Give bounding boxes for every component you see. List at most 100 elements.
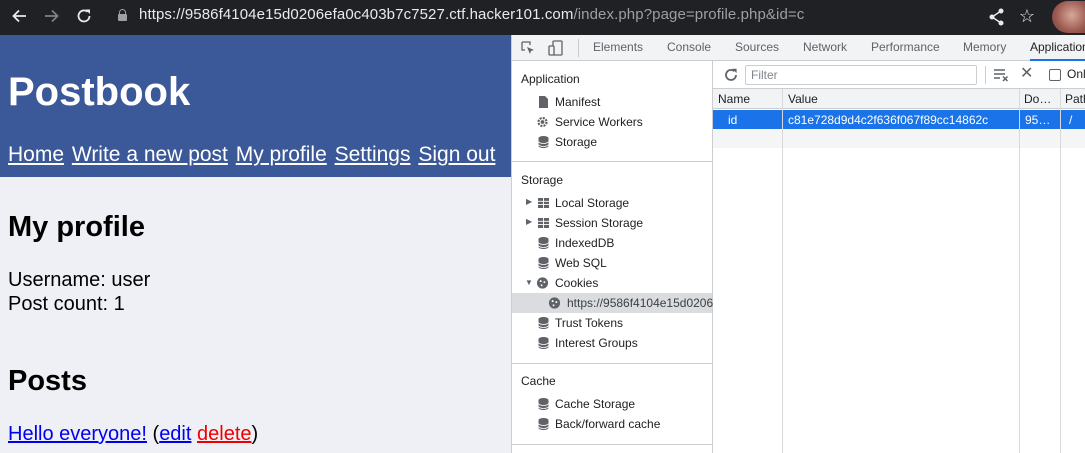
web-page: Postbook Home Write a new post My profil… — [0, 35, 511, 453]
application-sidebar: Application Manifest Service Workers Sto… — [512, 61, 713, 453]
sidebar-item-back-forward-cache[interactable]: Back/forward cache — [512, 414, 712, 434]
sidebar-item-label: Cache Storage — [555, 397, 636, 411]
sidebar-item-interest-groups[interactable]: Interest Groups — [512, 333, 712, 353]
sidebar-item-service-workers[interactable]: Service Workers — [512, 112, 712, 132]
sidebar-item-label: Cookies — [555, 276, 599, 290]
section-divider — [512, 363, 712, 364]
paren-close: ) — [251, 423, 259, 445]
nav-link-my-profile[interactable]: My profile — [236, 143, 327, 166]
sidebar-item-label: IndexedDB — [555, 236, 615, 250]
cookie-value-cell: c81e728d9d4c2f636f067f89cc14862c — [788, 113, 989, 127]
tab-console[interactable]: Console — [667, 35, 711, 61]
share-icon — [989, 8, 1004, 26]
cookies-toolbar: ✕ Onl — [713, 61, 1085, 89]
tab-application[interactable]: Application — [1030, 35, 1085, 61]
collapse-arrow-icon[interactable]: ▼ — [525, 278, 533, 287]
nav-link-settings[interactable]: Settings — [335, 143, 411, 166]
tab-network[interactable]: Network — [803, 35, 847, 61]
bookmark-star-button[interactable]: ☆ — [1014, 3, 1040, 29]
cookie-domain-cell: 95… — [1025, 113, 1051, 127]
expand-arrow-icon[interactable]: ▶ — [526, 197, 532, 206]
sidebar-item-storage-overview[interactable]: Storage — [512, 132, 712, 152]
column-header-name[interactable]: Name — [718, 92, 750, 106]
nav-link-write-post[interactable]: Write a new post — [72, 143, 228, 166]
paren-open: ( — [146, 423, 160, 445]
forward-button[interactable] — [37, 2, 67, 30]
sidebar-item-cache-storage[interactable]: Cache Storage — [512, 394, 712, 414]
post-count-line: Post count: 1 — [8, 293, 125, 315]
cookie-name-cell: id — [728, 113, 738, 127]
database-icon — [538, 237, 549, 249]
inspect-element-icon[interactable] — [521, 41, 535, 55]
section-title-application: Application — [521, 72, 580, 86]
sidebar-item-manifest[interactable]: Manifest — [512, 92, 712, 112]
sidebar-item-label: Local Storage — [555, 196, 630, 210]
table-row-empty — [713, 129, 1085, 148]
database-icon — [538, 136, 549, 148]
profile-heading: My profile — [8, 211, 145, 243]
tab-performance[interactable]: Performance — [871, 35, 940, 61]
reload-button[interactable] — [69, 2, 99, 30]
sidebar-item-label: Web SQL — [555, 256, 607, 270]
column-divider[interactable] — [1019, 89, 1020, 453]
cookie-path-cell: / — [1069, 113, 1073, 127]
url-path: /index.php?page=profile.php&id=c — [573, 6, 805, 23]
username-line: Username: user — [8, 269, 151, 291]
sidebar-item-web-sql[interactable]: Web SQL — [512, 253, 712, 273]
address-bar[interactable]: https://9586f4104e15d0206efa0c403b7c7527… — [139, 6, 804, 23]
reload-icon — [77, 9, 91, 23]
nav-link-home[interactable]: Home — [8, 143, 64, 166]
sidebar-item-label: Trust Tokens — [555, 316, 624, 330]
section-divider — [512, 444, 712, 445]
site-title: Postbook — [8, 70, 191, 114]
sidebar-item-trust-tokens[interactable]: Trust Tokens — [512, 313, 712, 333]
edit-link[interactable]: edit — [159, 423, 191, 445]
share-button[interactable] — [985, 5, 1009, 29]
table-row[interactable]: id c81e728d9d4c2f636f067f89cc14862c 95… … — [713, 110, 1085, 129]
clear-filtered-icon[interactable] — [993, 68, 1009, 82]
section-title-cache: Cache — [521, 374, 556, 388]
site-header: Postbook Home Write a new post My profil… — [0, 35, 511, 177]
sidebar-item-label: Interest Groups — [555, 336, 638, 350]
avatar[interactable] — [1052, 1, 1085, 33]
nav-link-sign-out[interactable]: Sign out — [418, 143, 495, 166]
column-header-path[interactable]: Path — [1065, 92, 1085, 106]
column-header-domain[interactable]: Do… — [1024, 92, 1051, 106]
expand-arrow-icon[interactable]: ▶ — [526, 217, 532, 226]
tab-memory[interactable]: Memory — [963, 35, 1006, 61]
gear-icon — [537, 116, 548, 128]
sidebar-item-local-storage[interactable]: ▶ Local Storage — [512, 193, 712, 213]
arrow-back-icon — [12, 9, 26, 23]
filter-input[interactable] — [745, 65, 977, 85]
sidebar-item-cookies[interactable]: ▼ Cookies — [512, 273, 712, 293]
tab-divider — [578, 39, 579, 57]
tab-elements[interactable]: Elements — [593, 35, 643, 61]
arrow-forward-icon — [45, 9, 59, 23]
sidebar-item-cookie-origin[interactable]: https://9586f4104e15d0206 — [512, 293, 713, 313]
document-icon — [539, 96, 548, 108]
column-divider[interactable] — [1060, 89, 1061, 453]
table-icon — [538, 218, 549, 228]
refresh-icon[interactable] — [723, 67, 739, 83]
post-entry: Hello everyone! (edit delete) — [8, 423, 258, 446]
cookie-icon — [536, 277, 549, 289]
clear-all-icon[interactable]: ✕ — [1020, 65, 1033, 83]
star-icon: ☆ — [1018, 6, 1036, 26]
section-title-storage: Storage — [521, 173, 564, 187]
column-divider[interactable] — [782, 89, 783, 453]
device-toolbar-icon[interactable] — [548, 40, 564, 56]
sidebar-item-label: Service Workers — [555, 115, 643, 129]
section-divider — [512, 161, 712, 162]
table-icon — [538, 198, 549, 208]
post-title-link[interactable]: Hello everyone! — [8, 423, 147, 445]
sidebar-item-indexeddb[interactable]: IndexedDB — [512, 233, 712, 253]
delete-link[interactable]: delete — [197, 423, 252, 445]
lock-icon[interactable] — [118, 9, 127, 21]
back-button[interactable] — [4, 2, 34, 30]
cookie-icon — [548, 297, 561, 309]
column-header-value[interactable]: Value — [788, 92, 818, 106]
tab-sources[interactable]: Sources — [735, 35, 779, 61]
sidebar-item-label: Storage — [555, 135, 598, 149]
only-issues-checkbox[interactable] — [1049, 69, 1061, 81]
sidebar-item-session-storage[interactable]: ▶ Session Storage — [512, 213, 712, 233]
